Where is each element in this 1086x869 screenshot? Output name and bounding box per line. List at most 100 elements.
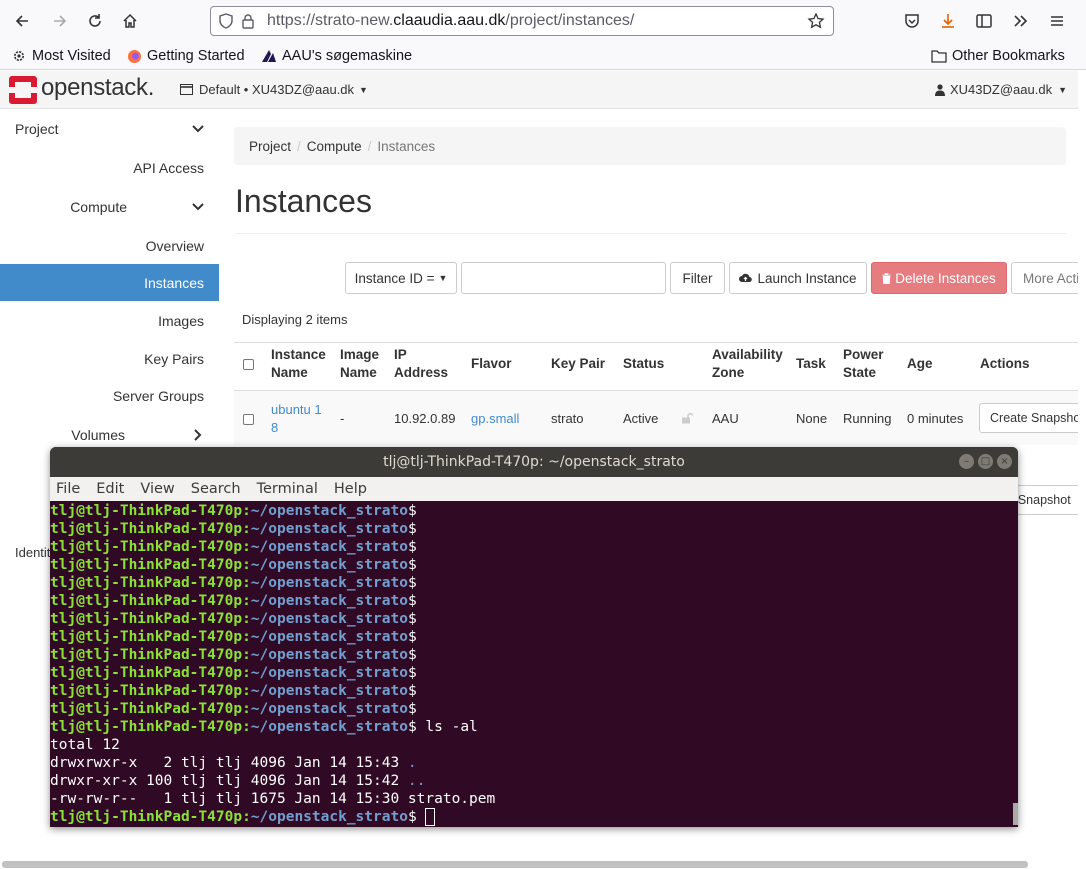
th-task[interactable]: Task xyxy=(796,355,826,373)
back-icon[interactable] xyxy=(8,8,36,34)
horizontal-scrollbar[interactable] xyxy=(2,861,1028,868)
caret-down-icon: ▼ xyxy=(438,273,448,283)
menu-help[interactable]: Help xyxy=(334,481,367,497)
th-actions: Actions xyxy=(980,356,1030,371)
terminal-window[interactable]: tlj@tlj-ThinkPad-T470p: ~/openstack_stra… xyxy=(50,447,1018,827)
caret-down-icon: ▼ xyxy=(359,84,368,95)
terminal-output-line: total 12 xyxy=(50,737,120,753)
cell-flavor-link[interactable]: gp.small xyxy=(471,410,519,428)
project-selector[interactable]: Default • XU43DZ@aau.dk ▼ xyxy=(180,82,368,97)
th-age[interactable]: Age xyxy=(907,355,933,373)
lock-icon[interactable] xyxy=(237,10,259,32)
terminal-output-line: -rw-rw-r-- 1 tlj tlj 1675 Jan 14 15:30 s… xyxy=(50,791,496,807)
openstack-logo-icon[interactable] xyxy=(9,76,37,104)
server-icon xyxy=(180,84,193,95)
cell-key-pair: strato xyxy=(551,411,584,426)
terminal-prompt-line: tlj@tlj-ThinkPad-T470p:~/openstack_strat… xyxy=(50,665,417,681)
trash-icon xyxy=(882,272,892,284)
menu-search[interactable]: Search xyxy=(191,481,241,497)
terminal-titlebar[interactable]: tlj@tlj-ThinkPad-T470p: ~/openstack_stra… xyxy=(50,447,1018,477)
terminal-output[interactable]: tlj@tlj-ThinkPad-T470p:~/openstack_strat… xyxy=(50,501,1018,827)
terminal-prompt-line: tlj@tlj-ThinkPad-T470p:~/openstack_strat… xyxy=(50,611,417,627)
breadcrumb: Project / Compute / Instances xyxy=(234,127,1066,165)
create-snapshot-button[interactable]: Create Snapshot xyxy=(979,403,1086,433)
sidebar-item-key-pairs[interactable]: Key Pairs xyxy=(0,340,219,377)
sidebar-item-overview[interactable]: Overview xyxy=(0,227,219,264)
cloud-upload-icon xyxy=(739,273,753,283)
sidebar-item-server-groups[interactable]: Server Groups xyxy=(0,377,219,414)
overflow-chevrons-icon[interactable] xyxy=(1006,8,1034,34)
terminal-prompt-line: tlj@tlj-ThinkPad-T470p:~/openstack_strat… xyxy=(50,647,417,663)
th-ip-address[interactable]: IP Address xyxy=(394,346,448,382)
bookmark-aau-search[interactable]: AAU's søgemaskine xyxy=(261,46,412,66)
title-divider xyxy=(234,233,1066,234)
sidebar-item-images[interactable]: Images xyxy=(0,302,219,339)
aau-logo-icon xyxy=(261,48,277,64)
more-actions-button[interactable]: More Actio xyxy=(1011,262,1086,294)
bookmark-most-visited[interactable]: Most Visited xyxy=(11,46,111,66)
terminal-prompt-line: tlj@tlj-ThinkPad-T470p:~/openstack_strat… xyxy=(50,683,417,699)
caret-down-icon: ▼ xyxy=(1058,84,1067,95)
cell-power-state: Running xyxy=(843,411,892,426)
filter-input[interactable] xyxy=(461,262,666,294)
menu-terminal[interactable]: Terminal xyxy=(257,481,318,497)
breadcrumb-compute[interactable]: Compute xyxy=(307,139,362,154)
folder-icon xyxy=(931,48,947,64)
th-availability-zone[interactable]: Availability Zone xyxy=(712,346,783,382)
openstack-logo-text[interactable]: openstack. xyxy=(41,74,154,102)
terminal-prompt-line: tlj@tlj-ThinkPad-T470p:~/openstack_strat… xyxy=(50,503,417,519)
breadcrumb-project[interactable]: Project xyxy=(249,139,291,154)
row-checkbox[interactable] xyxy=(243,414,254,425)
menu-view[interactable]: View xyxy=(140,481,174,497)
th-status[interactable]: Status xyxy=(623,355,664,373)
menu-edit[interactable]: Edit xyxy=(96,481,124,497)
th-image-name[interactable]: Image Name xyxy=(340,346,379,382)
bookmark-other[interactable]: Other Bookmarks xyxy=(931,46,1065,66)
download-icon[interactable] xyxy=(934,8,962,34)
reload-icon[interactable] xyxy=(81,8,109,34)
hamburger-menu-icon[interactable] xyxy=(1043,8,1071,34)
sidebar-item-project[interactable]: Project xyxy=(0,110,219,147)
terminal-prompt-line: tlj@tlj-ThinkPad-T470p:~/openstack_strat… xyxy=(50,521,417,537)
home-icon[interactable] xyxy=(116,8,144,34)
launch-instance-button[interactable]: Launch Instance xyxy=(729,262,867,294)
browser-toolbar: https://strato-new.claaudia.aau.dk/proje… xyxy=(0,0,1086,42)
page-title: Instances xyxy=(235,183,372,219)
bookmark-star-icon[interactable] xyxy=(805,10,827,32)
minimize-icon[interactable]: – xyxy=(959,454,974,469)
pocket-icon[interactable] xyxy=(898,8,926,34)
cell-age: 0 minutes xyxy=(907,411,964,426)
bookmark-getting-started[interactable]: Getting Started xyxy=(126,46,245,66)
terminal-prompt-line: tlj@tlj-ThinkPad-T470p:~/openstack_strat… xyxy=(50,808,1018,826)
forward-icon[interactable] xyxy=(46,8,74,34)
user-menu[interactable]: XU43DZ@aau.dk ▼ xyxy=(935,82,1067,97)
sidebar-item-api-access[interactable]: API Access xyxy=(0,149,219,186)
chevron-right-icon xyxy=(194,428,202,441)
menu-file[interactable]: File xyxy=(56,481,80,497)
th-power-state[interactable]: Power State xyxy=(843,346,884,382)
terminal-title: tlj@tlj-ThinkPad-T470p: ~/openstack_stra… xyxy=(383,454,685,470)
terminal-scrollbar[interactable] xyxy=(1013,803,1018,825)
sidebar-item-compute[interactable]: Compute xyxy=(0,188,219,225)
terminal-output-line: drwxrwxr-x 2 tlj tlj 4096 Jan 14 15:43 . xyxy=(50,755,417,771)
chevron-down-icon xyxy=(192,124,204,132)
filter-field-select[interactable]: Instance ID = ▼ xyxy=(345,262,457,294)
sidebar-toggle-icon[interactable] xyxy=(970,8,998,34)
terminal-prompt-line: tlj@tlj-ThinkPad-T470p:~/openstack_strat… xyxy=(50,719,478,735)
th-flavor[interactable]: Flavor xyxy=(471,355,512,373)
shield-icon[interactable] xyxy=(215,10,237,32)
instance-name-link[interactable]: ubuntu 18 xyxy=(271,401,322,437)
cell-status: Active xyxy=(623,411,659,426)
filter-button[interactable]: Filter xyxy=(670,262,725,294)
select-all-checkbox[interactable] xyxy=(243,359,254,370)
close-icon[interactable]: × xyxy=(997,454,1012,469)
terminal-prompt-line: tlj@tlj-ThinkPad-T470p:~/openstack_strat… xyxy=(50,575,417,591)
url-bar[interactable]: https://strato-new.claaudia.aau.dk/proje… xyxy=(210,6,834,36)
th-instance-name[interactable]: Instance Name xyxy=(271,346,326,382)
url-text: https://strato-new.claaudia.aau.dk/proje… xyxy=(267,12,635,29)
sidebar-item-instances[interactable]: Instances xyxy=(0,264,219,301)
maximize-icon[interactable]: □ xyxy=(978,454,993,469)
delete-instances-button[interactable]: Delete Instances xyxy=(871,262,1007,294)
items-count: Displaying 2 items xyxy=(242,312,348,327)
th-key-pair[interactable]: Key Pair xyxy=(551,355,605,373)
